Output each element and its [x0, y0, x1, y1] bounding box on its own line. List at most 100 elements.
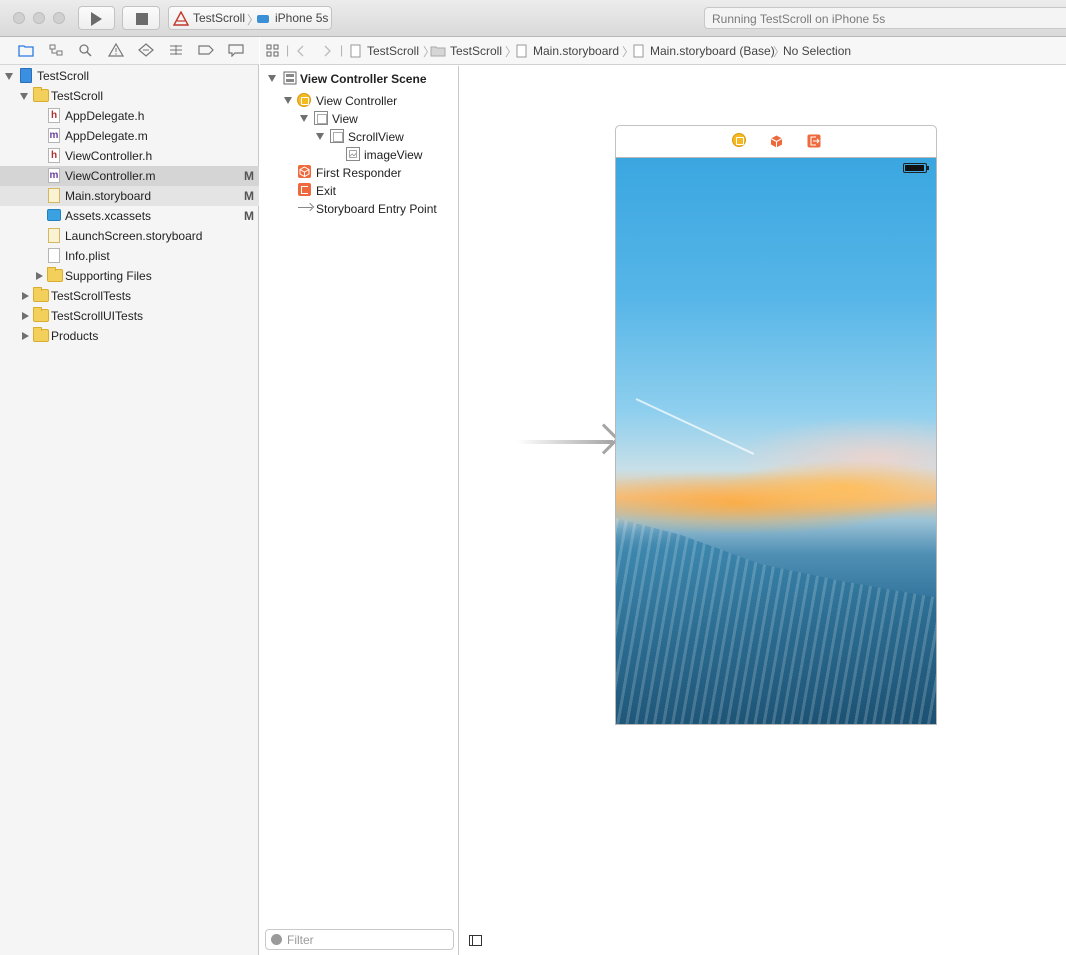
tree-item-file[interactable]: m AppDelegate.m — [0, 126, 259, 146]
toggle-outline-icon[interactable] — [469, 935, 482, 946]
tree-item-file[interactable]: LaunchScreen.storyboard — [0, 226, 259, 246]
outline-item-label: View — [332, 112, 358, 126]
disclosure-open-icon[interactable] — [316, 133, 324, 140]
scm-modified-badge: M — [244, 209, 254, 223]
scm-modified-badge: M — [244, 189, 254, 203]
tree-item-label: AppDelegate.m — [65, 129, 148, 143]
chevron-right-icon[interactable] — [323, 45, 331, 57]
tree-item-label: TestScrollUITests — [51, 309, 144, 323]
breadcrumb-selection[interactable]: No Selection — [783, 44, 851, 58]
minimize-window-button[interactable] — [33, 12, 45, 24]
tree-item-file[interactable]: Info.plist — [0, 246, 259, 266]
filter-icon — [271, 934, 282, 945]
breadcrumb-group[interactable]: TestScroll — [450, 44, 502, 58]
tree-item-group[interactable]: Supporting Files — [0, 266, 259, 286]
tree-item-group[interactable]: TestScrollTests — [0, 286, 259, 306]
outline-item[interactable]: Exit — [260, 182, 459, 200]
outline-item[interactable]: View Controller — [260, 92, 459, 110]
tree-item-group[interactable]: TestScrollUITests — [0, 306, 259, 326]
view-controller-icon[interactable] — [732, 133, 746, 147]
app-target-icon — [173, 11, 189, 26]
folder-icon — [33, 287, 49, 302]
first-responder-icon[interactable] — [769, 134, 784, 149]
tree-item-label: AppDelegate.h — [65, 109, 145, 123]
tree-item-group[interactable]: TestScroll — [0, 86, 259, 106]
outline-item-label: imageView — [364, 148, 423, 162]
plist-file-icon — [48, 248, 60, 263]
tree-item-label: ViewController.m — [65, 169, 156, 183]
outline-item[interactable]: View — [260, 110, 459, 128]
tree-item-label: Main.storyboard — [65, 189, 152, 203]
tree-item-group[interactable]: Products — [0, 326, 259, 346]
hierarchy-icon[interactable] — [48, 43, 64, 57]
chevron-left-icon[interactable] — [297, 45, 305, 57]
scheme-device-label: iPhone 5s — [275, 11, 329, 25]
zoom-window-button[interactable] — [53, 12, 65, 24]
test-diamond-icon[interactable] — [138, 43, 154, 57]
breadcrumb-file[interactable]: Main.storyboard — [533, 44, 619, 58]
disclosure-open-icon[interactable] — [268, 75, 276, 82]
window-toolbar: TestScroll 〉 iPhone 5s Running TestScrol… — [0, 0, 1066, 37]
document-outline: View Controller Scene View Controller Vi… — [260, 66, 459, 955]
storyboard-file-icon — [633, 44, 644, 58]
divider: | — [340, 43, 344, 57]
exit-icon — [298, 183, 311, 196]
sky-contrail — [635, 398, 755, 455]
exit-icon[interactable] — [807, 134, 821, 148]
tree-item-project[interactable]: TestScroll — [0, 66, 259, 86]
outline-item-label: First Responder — [316, 166, 402, 180]
folder-icon — [430, 46, 446, 57]
related-items-icon[interactable] — [266, 44, 279, 57]
report-icon[interactable] — [228, 43, 244, 57]
disclosure-open-icon[interactable] — [300, 115, 308, 122]
breadcrumb-localization[interactable]: Main.storyboard (Base) — [650, 44, 775, 58]
disclosure-closed-icon[interactable] — [22, 332, 29, 340]
run-button[interactable] — [78, 6, 115, 30]
scm-modified-badge: M — [244, 169, 254, 183]
divider: | — [286, 43, 290, 57]
folder-icon[interactable] — [18, 43, 34, 57]
tree-item-file[interactable]: h AppDelegate.h — [0, 106, 259, 126]
outline-scene[interactable]: View Controller Scene — [260, 70, 459, 88]
entry-point-arrow-icon — [298, 207, 312, 208]
breadcrumb-project[interactable]: TestScroll — [367, 44, 419, 58]
disclosure-open-icon[interactable] — [284, 97, 292, 104]
folder-icon — [33, 87, 49, 102]
stop-button[interactable] — [122, 6, 160, 30]
disclosure-closed-icon[interactable] — [36, 272, 43, 280]
breakpoint-icon[interactable] — [198, 43, 214, 57]
outline-item-label: View Controller — [316, 94, 398, 108]
debug-icon[interactable] — [168, 43, 184, 57]
scheme-selector[interactable]: TestScroll 〉 iPhone 5s — [168, 6, 332, 30]
tree-item-label: TestScrollTests — [51, 289, 132, 303]
disclosure-closed-icon[interactable] — [22, 312, 29, 320]
navigator-panel: TestScroll TestScroll h AppDelegate.h m … — [0, 37, 259, 955]
search-icon[interactable] — [78, 43, 94, 57]
tree-item-file-selected[interactable]: m ViewController.m M — [0, 166, 259, 186]
first-responder-icon — [298, 165, 311, 178]
storyboard-canvas[interactable] — [460, 66, 1066, 955]
disclosure-open-icon[interactable] — [5, 73, 13, 80]
outline-item[interactable]: First Responder — [260, 164, 459, 182]
disclosure-open-icon[interactable] — [20, 93, 28, 100]
tree-item-file[interactable]: Main.storyboard M — [0, 186, 259, 206]
battery-icon — [903, 163, 927, 173]
iphone-scene-view[interactable] — [615, 157, 937, 725]
play-icon — [91, 12, 102, 26]
warning-icon[interactable] — [108, 43, 124, 57]
tree-item-label: ViewController.h — [65, 149, 153, 163]
outline-item[interactable]: Storyboard Entry Point — [260, 200, 459, 218]
outline-item[interactable]: imageView — [260, 146, 459, 164]
implementation-file-icon: m — [48, 168, 60, 183]
folder-icon — [33, 327, 49, 342]
tree-item-label: Supporting Files — [65, 269, 152, 283]
tree-item-file[interactable]: h ViewController.h — [0, 146, 259, 166]
tree-item-file[interactable]: Assets.xcassets M — [0, 206, 259, 226]
outline-filter-field[interactable]: Filter — [265, 929, 454, 950]
scene-dock[interactable] — [615, 125, 937, 157]
disclosure-closed-icon[interactable] — [22, 292, 29, 300]
close-window-button[interactable] — [13, 12, 25, 24]
activity-status: Running TestScroll on iPhone 5s — [704, 7, 1066, 29]
outline-item[interactable]: ScrollView — [260, 128, 459, 146]
navigator-tabs — [0, 37, 259, 65]
